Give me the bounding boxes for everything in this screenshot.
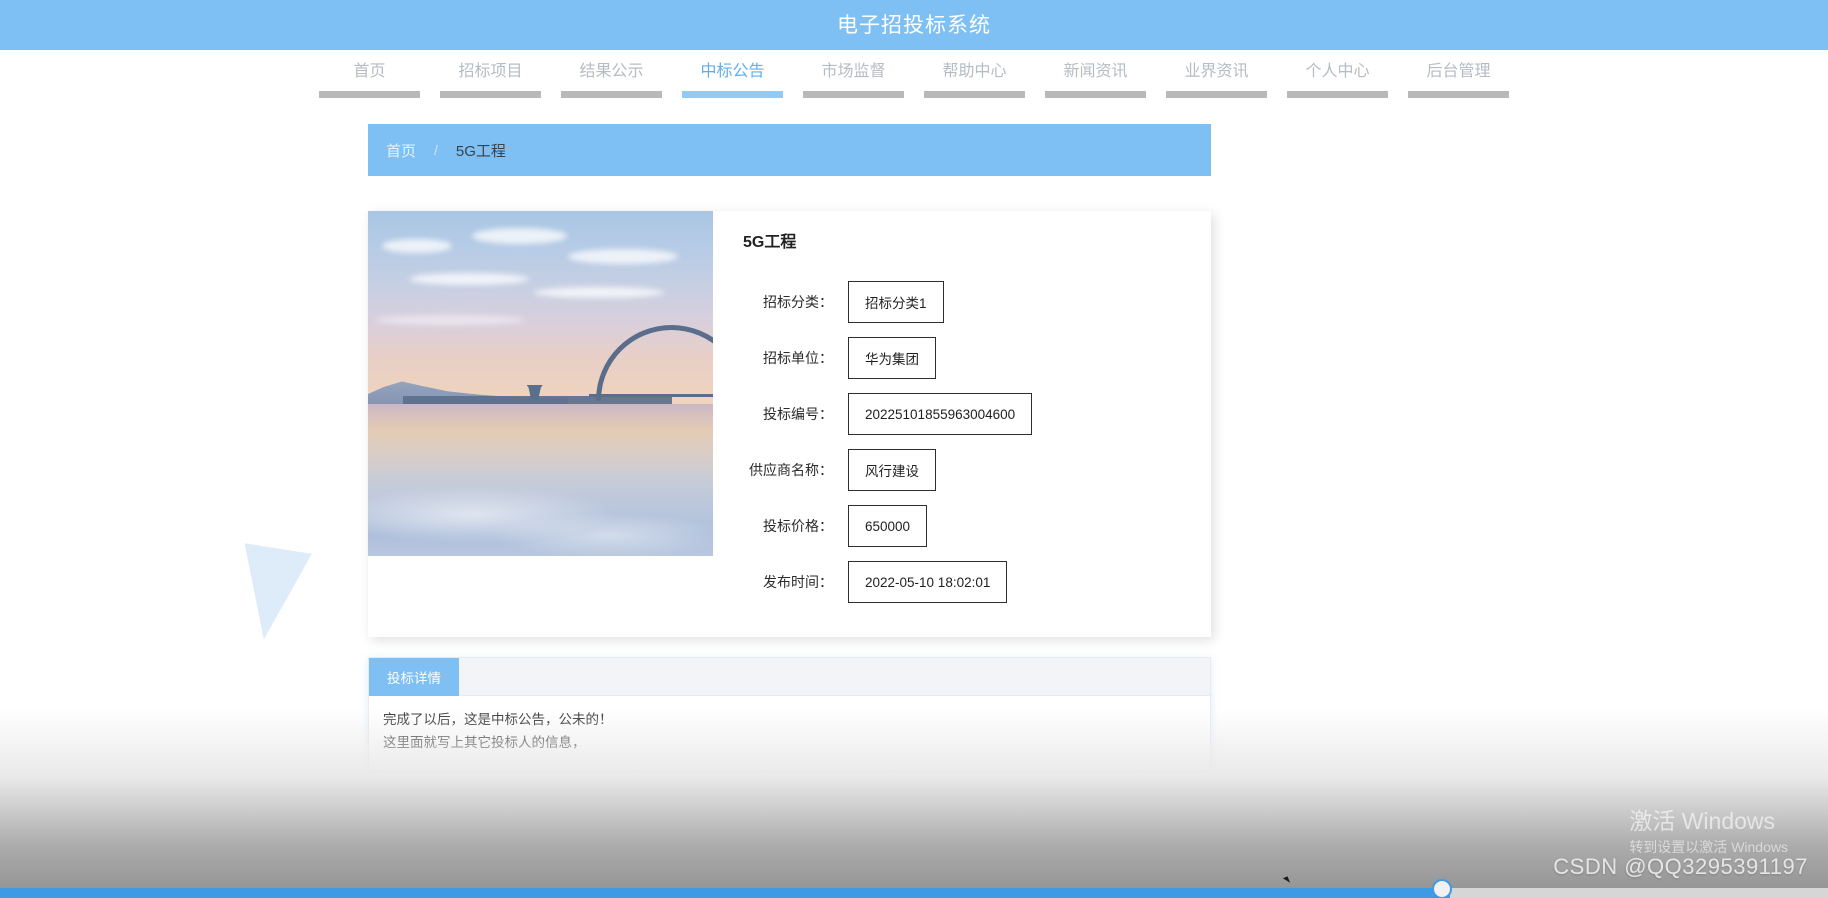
detail-field-label: 投标编号：	[763, 406, 833, 422]
breadcrumb-current: 5G工程	[455, 142, 506, 160]
nav-item-underline	[319, 91, 420, 98]
nav-item-7[interactable]: 业界资讯	[1156, 62, 1277, 98]
main-navigation: 首页 招标项目 结果公示 中标公告 市场监督 帮助中心 新闻资讯 业界资讯 个人中心 后台管理	[0, 50, 1828, 112]
nav-item-label: 中标公告	[700, 63, 765, 80]
nav-item-underline	[682, 91, 783, 98]
detail-card: 5G工程 招标分类： 招标分类1 招标单位： 华为集团投标编号： 20225101855…	[368, 211, 1211, 637]
detail-field-row: 投标编号： 20225101855963004600	[743, 393, 1211, 435]
bottom-scroll-slider[interactable]	[0, 879, 1828, 898]
nav-item-0[interactable]: 首页	[309, 62, 430, 98]
bottom-slider-fill	[0, 888, 1450, 898]
page-title: 电子招投标系统	[837, 13, 991, 37]
content-area: 首页 / 5G工程 5G工程 招标分类： 招标分类1 招标单位： 华为集团 投标…	[368, 124, 1211, 771]
decorative-triangle	[230, 543, 312, 645]
nav-item-label: 个人中心	[1305, 63, 1370, 80]
site-header: 电子招投标系统	[0, 0, 1828, 50]
detail-field-list: 招标分类： 招标分类1 招标单位： 华为集团投标编号： 2022510185596300…	[743, 281, 1211, 603]
tab-bar: 投标详情	[369, 658, 1210, 696]
image-cloud	[533, 286, 664, 298]
image-cloud	[568, 248, 679, 264]
detail-info-panel: 5G工程 招标分类： 招标分类1 招标单位： 华为集团投标编号： 20225101855…	[713, 211, 1211, 637]
nav-item-label: 结果公示	[579, 63, 644, 80]
nav-item-6[interactable]: 新闻资讯	[1035, 62, 1156, 98]
tab-0[interactable]: 投标详情	[369, 658, 459, 696]
tab-body-line: 完成了以后，这是中标公告，公未的！	[383, 712, 613, 727]
nav-item-underline	[1408, 91, 1509, 98]
bottom-slider-handle[interactable]	[1432, 879, 1452, 898]
nav-item-underline	[1166, 91, 1267, 98]
detail-field-row: 供应商名称： 风行建设	[743, 449, 1211, 491]
image-water-reflection	[368, 452, 713, 556]
nav-item-label: 业界资讯	[1184, 63, 1249, 80]
detail-field-label: 招标分类：	[763, 294, 833, 310]
windows-activation-subtitle: 转到设置以激活 Windows	[1629, 839, 1788, 855]
nav-item-underline	[803, 91, 904, 98]
nav-item-4[interactable]: 市场监督	[793, 62, 914, 98]
detail-field-label: 招标单位：	[763, 350, 833, 366]
nav-item-underline	[1287, 91, 1388, 98]
mouse-cursor	[1282, 876, 1291, 885]
nav-item-label: 新闻资讯	[1063, 63, 1128, 80]
image-cloud	[381, 238, 452, 253]
detail-tab-panel: 投标详情 完成了以后，这是中标公告，公未的！ 这里面就写上其它投标人的信息，	[368, 657, 1211, 771]
nav-item-underline	[1045, 91, 1146, 98]
detail-title: 5G工程	[743, 234, 797, 251]
detail-field-row: 投标价格： 650000	[743, 505, 1211, 547]
nav-item-label: 帮助中心	[942, 63, 1007, 80]
detail-field-label: 供应商名称：	[749, 462, 833, 478]
detail-field-label: 发布时间：	[763, 574, 833, 590]
nav-item-underline	[924, 91, 1025, 98]
tab-body-line: 这里面就写上其它投标人的信息，	[383, 735, 586, 750]
detail-field-label: 投标价格：	[763, 518, 833, 534]
detail-field-value: 招标分类1	[848, 281, 944, 323]
breadcrumb-home-link[interactable]: 首页	[386, 140, 434, 161]
nav-item-underline	[440, 91, 541, 98]
detail-field-row: 招标分类： 招标分类1	[743, 281, 1211, 323]
nav-item-1[interactable]: 招标项目	[430, 62, 551, 98]
detail-field-value: 2022-05-10 18:02:01	[848, 561, 1008, 603]
detail-field-row: 发布时间： 2022-05-10 18:02:01	[743, 561, 1211, 603]
detail-field-value: 20225101855963004600	[848, 393, 1033, 435]
nav-item-2[interactable]: 结果公示	[551, 62, 672, 98]
breadcrumb: 首页 / 5G工程	[368, 124, 1211, 176]
nav-item-underline	[561, 91, 662, 98]
project-image	[368, 211, 713, 556]
detail-field-value: 华为集团	[848, 337, 936, 379]
detail-field-value: 650000	[848, 505, 928, 547]
nav-item-label: 招标项目	[458, 63, 523, 80]
detail-field-row: 招标单位： 华为集团	[743, 337, 1211, 379]
image-cloud	[374, 314, 525, 325]
nav-item-5[interactable]: 帮助中心	[914, 62, 1035, 98]
nav-item-8[interactable]: 个人中心	[1277, 62, 1398, 98]
nav-item-9[interactable]: 后台管理	[1398, 62, 1519, 98]
csdn-watermark: CSDN @QQ3295391197	[1553, 854, 1808, 879]
windows-activation-title: 激活 Windows	[1629, 808, 1776, 834]
tab-body-content: 完成了以后，这是中标公告，公未的！ 这里面就写上其它投标人的信息，	[369, 696, 1210, 770]
app-page: 电子招投标系统 首页 招标项目 结果公示 中标公告 市场监督 帮助中心 新闻资讯 业界资讯 个人…	[0, 0, 1828, 898]
nav-item-label: 首页	[353, 63, 386, 80]
nav-item-label: 市场监督	[821, 63, 886, 80]
windows-activation-watermark: 激活 Windows 转到设置以激活 Windows	[1629, 806, 1788, 858]
detail-field-value: 风行建设	[848, 449, 936, 491]
nav-item-label: 后台管理	[1426, 63, 1491, 80]
nav-item-3[interactable]: 中标公告	[672, 62, 793, 98]
breadcrumb-separator: /	[434, 142, 438, 158]
